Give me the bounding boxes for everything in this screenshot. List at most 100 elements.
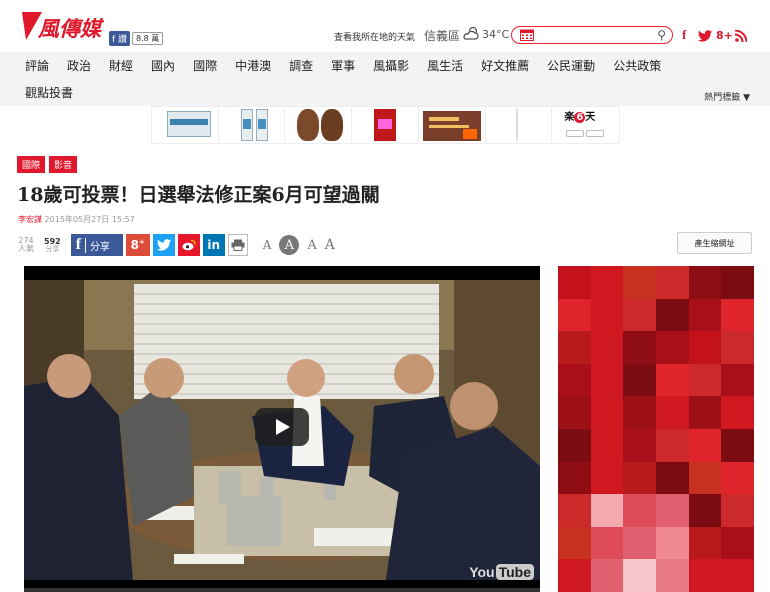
nav-item-opinion[interactable]: 觀點投書 <box>25 84 73 101</box>
ad-mosaic-cell <box>558 298 591 332</box>
facebook-share-button[interactable]: f 分享 <box>70 234 123 256</box>
ad-mosaic-cell <box>558 559 591 592</box>
search-icon[interactable]: ⚲ <box>657 28 666 42</box>
ad-mosaic-cell <box>558 363 591 397</box>
twitter-icon[interactable] <box>698 30 712 42</box>
ad-product[interactable] <box>219 107 286 143</box>
nav-item-recommended[interactable]: 好文推薦 <box>472 57 538 74</box>
ad-mosaic-cell <box>656 559 689 592</box>
rss-icon[interactable] <box>735 30 747 42</box>
nav-item-military[interactable]: 軍事 <box>322 57 364 74</box>
youtube-logo-tube: Tube <box>495 564 534 580</box>
hot-tags-dropdown[interactable]: 熱門標籤 ▼ <box>704 90 750 103</box>
twitter-share-button[interactable] <box>152 234 175 256</box>
tag-international[interactable]: 國際 <box>17 156 46 173</box>
ad-mosaic-cell <box>558 331 591 364</box>
font-size-xlarge[interactable]: A <box>325 237 335 253</box>
weather-city[interactable]: 信義區 <box>424 27 460 44</box>
ad-mosaic-cell <box>590 526 624 560</box>
ad-mosaic-cell <box>623 461 656 495</box>
ad-mosaic-cell <box>688 396 722 429</box>
ad-mosaic-cell <box>623 363 656 397</box>
fb-like-button[interactable]: f 讚 <box>109 31 131 46</box>
ad-mosaic-cell <box>590 298 624 332</box>
nav-item-finance[interactable]: 財經 <box>100 57 142 74</box>
google-plus-icon[interactable]: 8+ <box>716 29 733 42</box>
nav-item-public-policy[interactable]: 公共政策 <box>604 57 670 74</box>
font-size-medium[interactable]: A <box>279 235 300 255</box>
nav-item-lifestyle[interactable]: 風生活 <box>418 57 472 74</box>
google-plus-share-button[interactable]: 8+ <box>125 234 150 256</box>
ad-mosaic-cell <box>623 526 656 560</box>
ad-mosaic-cell <box>721 428 754 462</box>
main-nav: 評論 政治 財經 國內 國際 中港澳 調查 軍事 風攝影 風生活 好文推薦 公民… <box>0 52 770 106</box>
ad-mosaic-cell <box>688 559 722 592</box>
tag-video[interactable]: 影音 <box>49 156 78 173</box>
search-input[interactable] <box>540 28 650 42</box>
nav-item-china-hk-macau[interactable]: 中港澳 <box>226 57 280 74</box>
ad-mosaic-cell <box>721 298 754 332</box>
ad-product[interactable] <box>486 107 553 143</box>
ad-product[interactable] <box>152 107 219 143</box>
nav-primary: 評論 政治 財經 國內 國際 中港澳 調查 軍事 風攝影 風生活 好文推薦 公民… <box>16 57 670 74</box>
ad-mosaic-cell <box>656 266 689 299</box>
ad-rakuten[interactable]: 楽6天 <box>552 107 619 143</box>
ad-banner[interactable]: 楽6天 <box>151 106 620 144</box>
search-box: ⚲ <box>511 26 673 44</box>
ad-mosaic-cell <box>590 461 624 495</box>
nav-item-comment[interactable]: 評論 <box>16 57 58 74</box>
ad-mosaic-cell <box>656 428 689 462</box>
font-size-switcher: A A A A <box>263 235 335 255</box>
play-button[interactable] <box>255 408 309 446</box>
ad-mosaic-cell <box>558 494 591 527</box>
ad-mosaic-cell <box>558 266 591 299</box>
site-logo[interactable]: 風傳媒 <box>22 10 104 44</box>
svg-text:風傳媒: 風傳媒 <box>37 16 104 41</box>
calendar-icon[interactable] <box>520 29 534 41</box>
ad-mosaic-cell <box>590 428 624 462</box>
print-icon <box>231 239 245 251</box>
nav-item-investigation[interactable]: 調查 <box>280 57 322 74</box>
ad-mosaic-cell <box>558 461 591 495</box>
font-size-small[interactable]: A <box>263 238 272 252</box>
google-plus-icon: 8+ <box>130 238 145 252</box>
video-progress-bar[interactable] <box>24 588 540 592</box>
nav-item-civic-movement[interactable]: 公民運動 <box>538 57 604 74</box>
ad-product[interactable] <box>352 107 419 143</box>
ad-mosaic-cell <box>688 428 722 462</box>
partly-cloudy-icon <box>463 26 479 40</box>
fb-like-badge[interactable]: f 讚 8.8 萬 <box>109 31 164 46</box>
ad-mosaic-cell <box>688 363 722 397</box>
ad-mosaic-cell <box>721 526 754 560</box>
share-bar: 274 人氣 592 分享 f 分享 8+ in A A A A <box>18 232 335 258</box>
facebook-icon[interactable]: f <box>682 27 686 43</box>
ad-product[interactable] <box>285 107 353 143</box>
weibo-share-button[interactable] <box>177 234 200 256</box>
author-link[interactable]: 李宏謀 <box>18 215 42 224</box>
sidebar-ad[interactable] <box>558 266 754 592</box>
views-label: 人氣 <box>18 244 34 253</box>
print-button[interactable] <box>227 234 248 256</box>
weather-prompt[interactable]: 查看我所在地的天氣 <box>334 30 415 43</box>
shortlink-button[interactable]: 產生縮網址 <box>677 232 752 254</box>
ad-mosaic-cell <box>721 266 754 299</box>
nav-item-domestic[interactable]: 國內 <box>142 57 184 74</box>
font-size-large[interactable]: A <box>307 238 316 253</box>
linkedin-share-button[interactable]: in <box>202 234 225 256</box>
ad-mosaic-cell <box>688 331 722 364</box>
shares-label: 分享 <box>45 244 60 253</box>
article-headline: 18歲可投票！日選舉法修正案6月可望過關 <box>17 184 380 206</box>
publish-date: 2015年05月27日 15:57 <box>44 215 135 224</box>
youtube-logo[interactable]: You Tube <box>469 564 534 580</box>
ad-mosaic-cell <box>590 363 624 397</box>
nav-item-politics[interactable]: 政治 <box>58 57 100 74</box>
video-player[interactable]: You Tube <box>24 266 540 592</box>
nav-item-international[interactable]: 國際 <box>184 57 226 74</box>
nav-item-photography[interactable]: 風攝影 <box>364 57 418 74</box>
ad-mosaic-cell <box>656 494 689 527</box>
ad-mosaic-cell <box>623 298 656 332</box>
ad-mosaic-cell <box>721 461 754 495</box>
ad-mosaic-cell <box>623 428 656 462</box>
ad-mosaic-cell <box>558 428 591 462</box>
ad-product[interactable] <box>419 107 486 143</box>
